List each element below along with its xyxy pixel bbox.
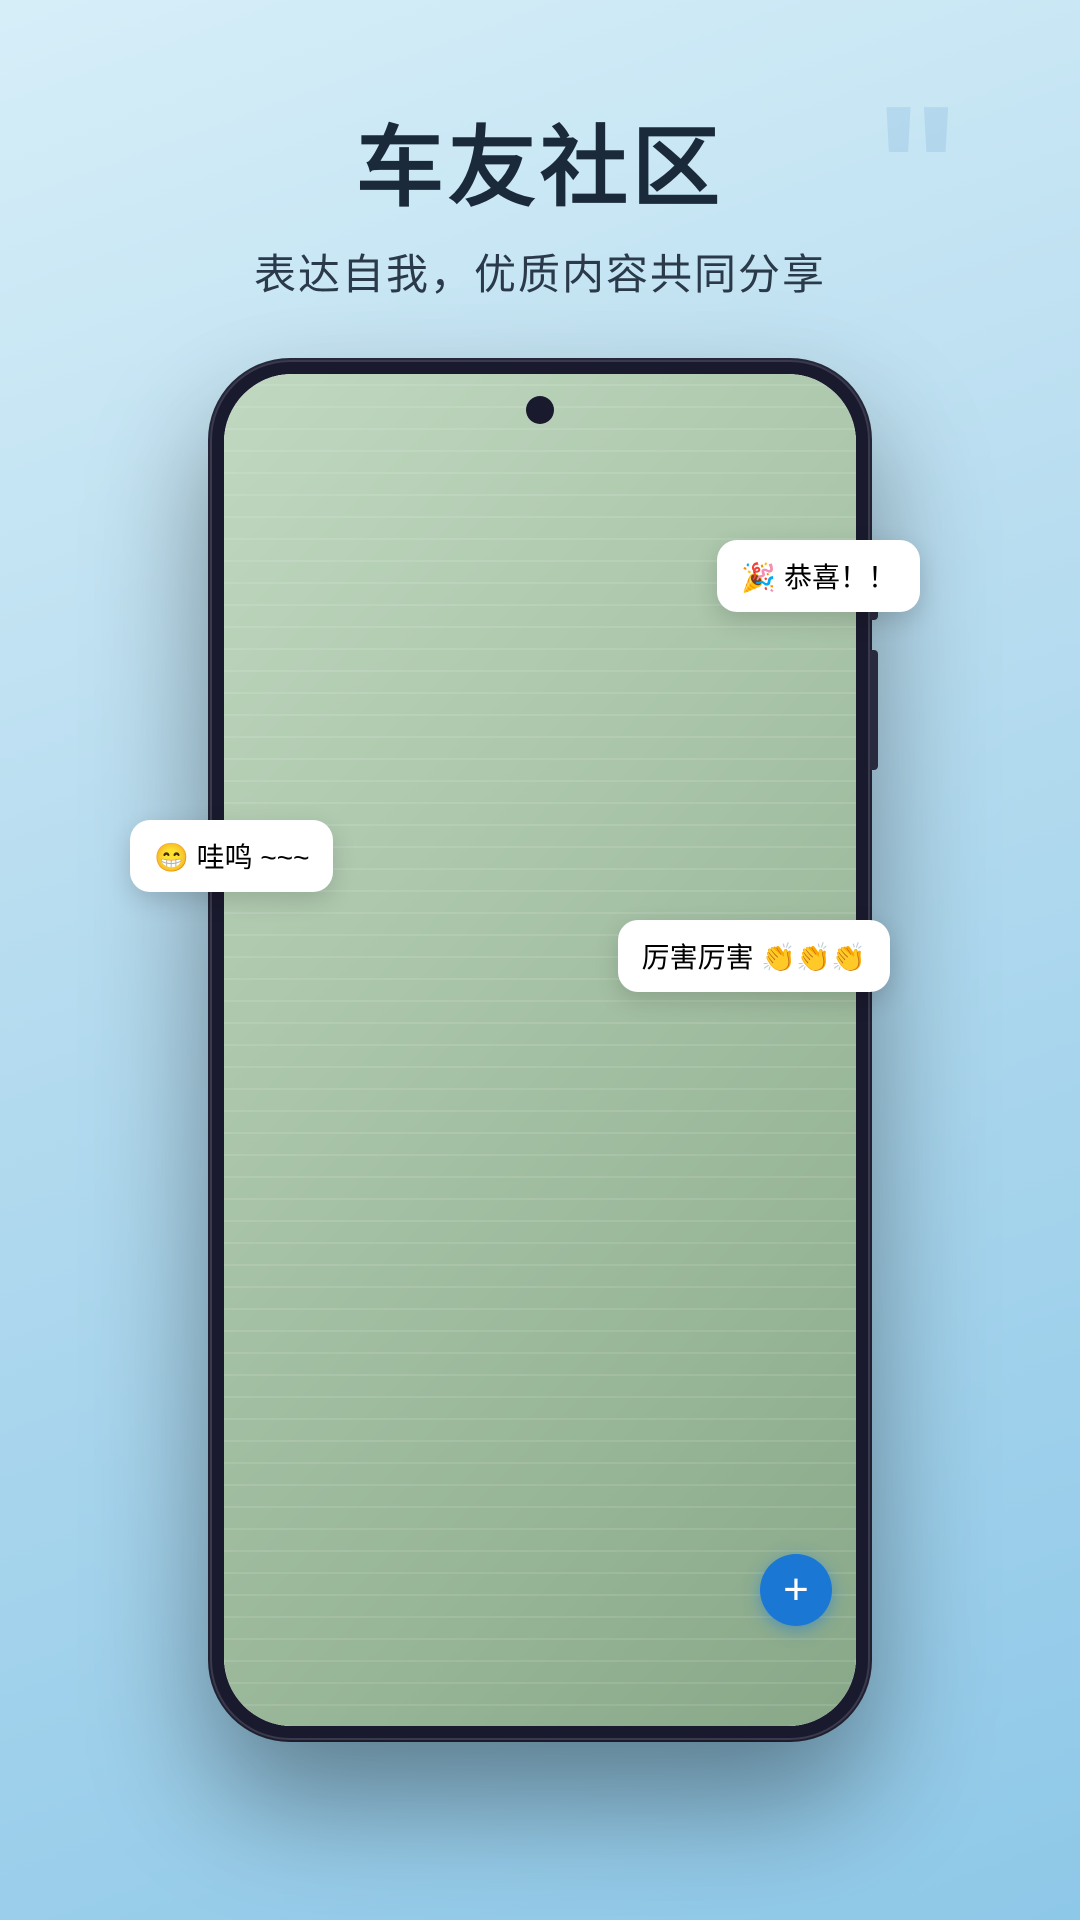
bubble-awesome: 厉害厉害 👏👏👏 — [618, 920, 890, 992]
hero-subtitle: 表达自我，优质内容共同分享 — [0, 241, 1080, 302]
bubble-wow: 😁 哇鸣 ~~~ — [130, 820, 333, 892]
hero-title: 车友社区 — [0, 120, 1080, 217]
camera-notch — [526, 396, 554, 424]
post-image-2 — [444, 876, 636, 1068]
phone-mockup: 🎉 恭喜！！ 😁 哇鸣 ~~~ 厉害厉害 👏👏👏 9:41 — [210, 360, 870, 1740]
fab-create-button[interactable]: + — [760, 1554, 832, 1616]
hero-section: 车友社区 表达自我，优质内容共同分享 — [0, 0, 1080, 302]
plus-icon: + — [783, 1568, 809, 1612]
content-area: 来自 凯迪拉克XT6 车友圈 — [224, 583, 856, 1616]
bubble-congrats: 🎉 恭喜！！ — [717, 540, 920, 612]
